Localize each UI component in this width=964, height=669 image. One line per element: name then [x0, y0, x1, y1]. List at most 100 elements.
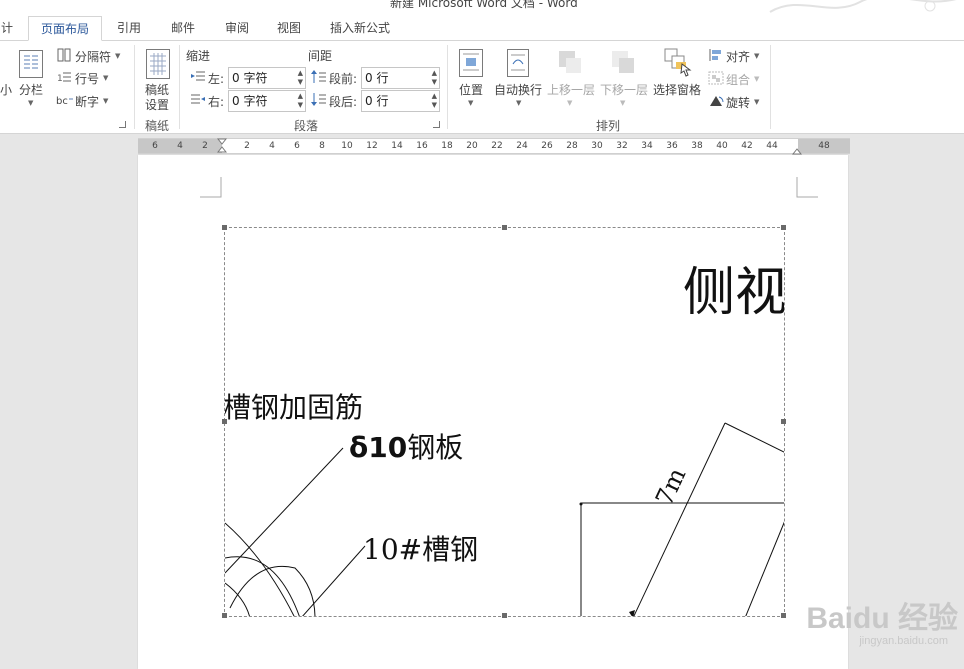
ruler-tick-label: 4 [177, 141, 183, 151]
rotate-button[interactable]: 旋转 [726, 94, 750, 111]
send-backward-button[interactable]: 下移一层 [600, 81, 648, 98]
wrap-text-button[interactable]: 自动换行 [494, 81, 542, 98]
group-separator [179, 45, 180, 129]
spinner-arrows-icon[interactable]: ▲ ▼ [298, 92, 303, 110]
ruler-tick-label: 22 [491, 141, 503, 151]
paragraph-dialog-launcher[interactable] [433, 121, 440, 128]
ruler-tick-label: 40 [716, 141, 728, 151]
ribbon: 小 分栏 ▼ 分隔符 ▼ 1 行号 ▼ bc 断字 ▼ 稿纸 设置 稿纸 缩进 … [0, 41, 964, 134]
ruler-tick-label: 2 [244, 141, 250, 151]
group-separator [447, 45, 448, 129]
ruler-tick-label: 38 [691, 141, 703, 151]
indent-right-input[interactable]: 0 字符 ▲ ▼ [228, 90, 306, 112]
spacing-before-icon [311, 70, 326, 83]
chevron-down-icon: ▼ [516, 99, 522, 107]
ruler-tick-label: 32 [616, 141, 628, 151]
manuscript-icon [146, 49, 170, 79]
ruler-tick-label: 4 [269, 141, 275, 151]
arrange-group-label: 排列 [596, 119, 621, 133]
spinner-arrows-icon[interactable]: ▲ ▼ [432, 69, 437, 87]
chevron-down-icon: ▼ [754, 52, 760, 60]
resize-handle-ne[interactable] [781, 225, 786, 230]
manuscript-settings-button-line2: 设置 [145, 98, 170, 112]
chevron-down-icon: ▼ [620, 99, 626, 107]
selection-pane-button[interactable]: 选择窗格 [653, 81, 701, 98]
decorative-pattern [769, 0, 956, 13]
tab-page-layout[interactable]: 页面布局 [28, 16, 102, 41]
breaks-button[interactable]: 分隔符 [75, 48, 111, 65]
ruler-tick-label: 28 [566, 141, 578, 151]
chevron-down-icon: ▼ [567, 99, 573, 107]
tab-mailings[interactable]: 邮件 [158, 16, 208, 41]
indent-left-value: 0 字符 [232, 71, 268, 85]
columns-button[interactable]: 分栏 [19, 81, 43, 98]
tab-design[interactable]: 计 [0, 16, 14, 41]
ruler-tick-label: 20 [466, 141, 478, 151]
label-channel-steel: 10#槽钢 [363, 533, 479, 566]
spacing-after-icon [311, 93, 326, 106]
chevron-down-icon: ▼ [468, 99, 474, 107]
page-setup-dialog-launcher[interactable] [119, 121, 126, 128]
ruler-tick-label: 2 [202, 141, 208, 151]
position-icon [459, 49, 483, 77]
indent-left-input[interactable]: 0 字符 ▲ ▼ [228, 67, 306, 89]
resize-handle-n[interactable] [502, 225, 507, 230]
spacing-after-value: 0 行 [365, 94, 389, 108]
watermark-logo: Baidu 经验 [806, 602, 958, 635]
size-button[interactable]: 小 [0, 81, 12, 98]
watermark-url: jingyan.baidu.com [859, 635, 948, 647]
align-button[interactable]: 对齐 [726, 48, 750, 65]
spacing-after-input[interactable]: 0 行 ▲ ▼ [361, 90, 440, 112]
resize-handle-e[interactable] [781, 419, 786, 424]
ruler-tick-label: 14 [391, 141, 403, 151]
bring-forward-button[interactable]: 上移一层 [547, 81, 595, 98]
spacing-before-label: 段前: [329, 72, 358, 86]
selection-pane-icon [664, 48, 692, 77]
group-separator [134, 45, 135, 129]
line-numbers-button[interactable]: 行号 [75, 70, 99, 87]
tab-view[interactable]: 视图 [264, 16, 314, 41]
resize-handle-w[interactable] [222, 419, 227, 424]
indent-left-label: 左: [208, 72, 225, 86]
ruler-tick-label: 42 [741, 141, 753, 151]
ruler-tick-label: 26 [541, 141, 553, 151]
resize-handle-s[interactable] [502, 613, 507, 618]
resize-handle-nw[interactable] [222, 225, 227, 230]
tab-insert-equation[interactable]: 插入新公式 [318, 16, 402, 41]
ribbon-tabs: 计 页面布局 引用 邮件 审阅 视图 插入新公式 [0, 14, 964, 41]
ruler-tick-label: 6 [152, 141, 158, 151]
rotate-icon [710, 96, 724, 106]
chevron-down-icon: ▼ [115, 52, 121, 60]
title-bar: 新建 Microsoft Word 文档 - Word [0, 0, 964, 14]
ruler-tick-label: 16 [416, 141, 428, 151]
align-icon [709, 49, 721, 61]
selected-drawing-image[interactable]: 侧视 槽钢加固筋 δ10钢板 10#槽钢 7m [224, 227, 785, 617]
chevron-down-icon: ▼ [754, 98, 760, 106]
ruler-tick-label: 24 [516, 141, 528, 151]
resize-handle-se[interactable] [781, 613, 786, 618]
ruler-tick-label: 34 [641, 141, 653, 151]
tab-references[interactable]: 引用 [104, 16, 154, 41]
group-button[interactable]: 组合 [726, 71, 750, 88]
group-icon [708, 71, 724, 85]
spacing-before-input[interactable]: 0 行 ▲ ▼ [361, 67, 440, 89]
ruler-tick-label: 30 [591, 141, 603, 151]
chevron-down-icon: ▼ [103, 97, 109, 105]
spinner-arrows-icon[interactable]: ▲ ▼ [298, 69, 303, 87]
breaks-icon [57, 48, 71, 62]
bring-forward-icon [559, 51, 581, 73]
hyphenation-button[interactable]: 断字 [75, 93, 99, 110]
group-separator [770, 45, 771, 129]
ruler-tick-label: 48 [818, 141, 830, 151]
ruler-tick-label: 8 [319, 141, 325, 151]
chevron-down-icon: ▼ [754, 75, 760, 83]
position-button[interactable]: 位置 [459, 81, 483, 98]
resize-handle-sw[interactable] [222, 613, 227, 618]
ruler-tick-label: 10 [341, 141, 353, 151]
indent-heading: 缩进 [186, 49, 211, 63]
paragraph-group-label: 段落 [294, 119, 319, 133]
tab-review[interactable]: 审阅 [212, 16, 262, 41]
spinner-arrows-icon[interactable]: ▲ ▼ [432, 92, 437, 110]
horizontal-ruler[interactable]: 6 4 2 2 4 6 8 10 12 14 16 18 20 22 24 26 28 30 32 34 36 38 40 4… [138, 138, 850, 155]
svg-text:bc: bc [56, 96, 68, 107]
